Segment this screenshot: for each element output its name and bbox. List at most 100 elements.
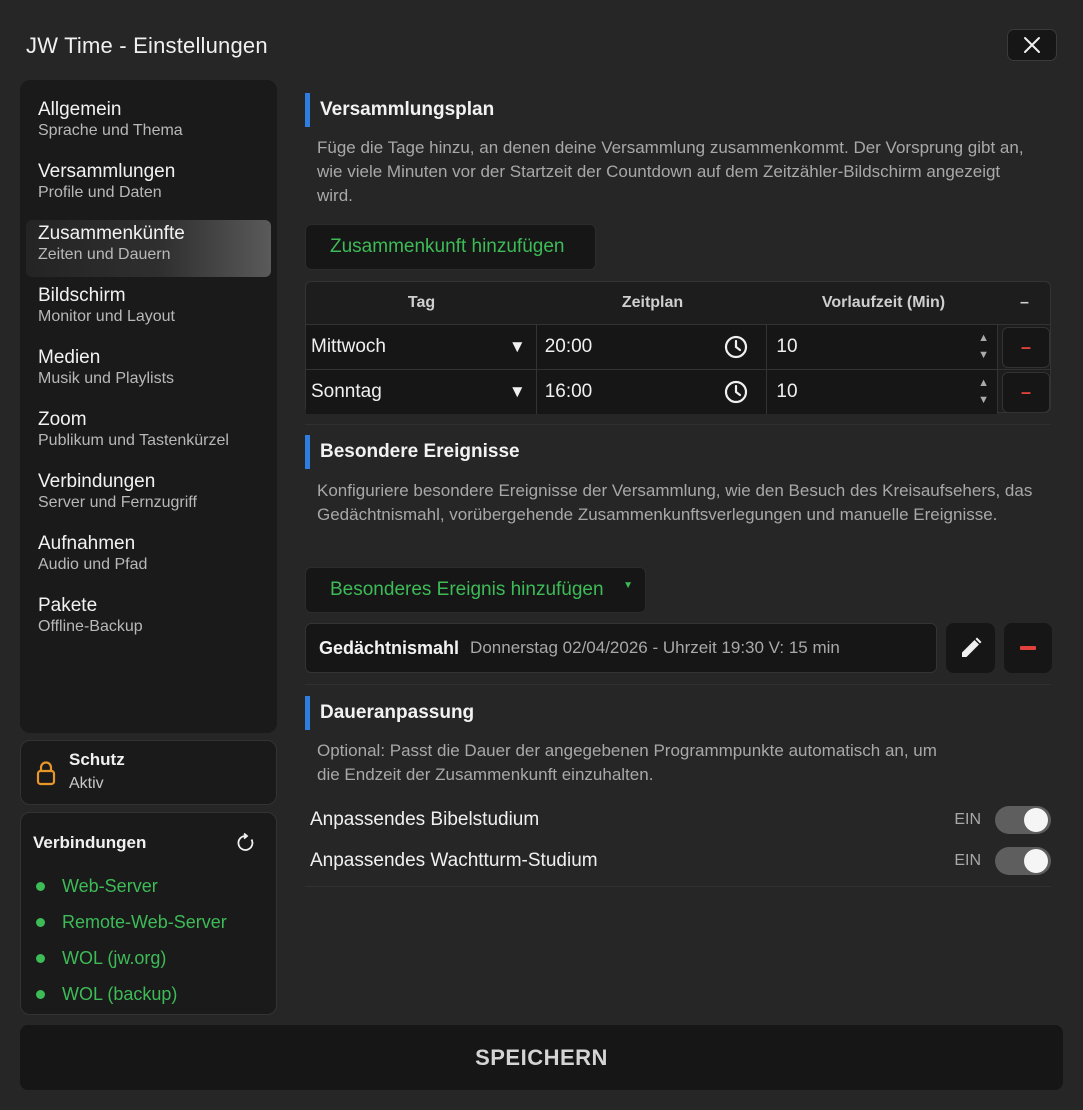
add-meeting-button[interactable]: Zusammenkunft hinzufügen <box>305 224 596 270</box>
sidebar-item-subtitle: Profile und Daten <box>38 184 162 201</box>
toggle-row: Anpassendes Bibelstudium EIN <box>305 800 1051 840</box>
protection-title: Schutz <box>69 749 125 769</box>
day-select[interactable]: Sonntag ▼ <box>306 370 537 414</box>
clock-icon[interactable] <box>724 380 748 404</box>
connection-item[interactable]: Web-Server <box>33 868 264 904</box>
connection-label: WOL (backup) <box>62 983 178 1004</box>
connection-item[interactable]: WOL (backup) <box>33 976 264 1012</box>
column-header-time: Zeitplan <box>621 294 684 311</box>
sidebar-item-subtitle: Server und Fernzugriff <box>38 494 197 511</box>
sidebar-item-aufnahmen[interactable]: Aufnahmen Audio und Pfad <box>26 530 271 587</box>
stepper-arrows-icon[interactable]: ▲ ▼ <box>978 330 989 364</box>
add-event-label: Besonderes Ereignis hinzufügen <box>330 579 604 600</box>
close-icon <box>1024 37 1040 53</box>
duration-description: Optional: Passt die Dauer der angegebene… <box>317 741 937 784</box>
sidebar-item-versammlungen[interactable]: Versammlungen Profile und Daten <box>26 158 271 215</box>
sidebar-item-subtitle: Audio und Pfad <box>38 556 148 573</box>
status-dot <box>36 881 45 891</box>
section-divider <box>305 424 1051 425</box>
day-select[interactable]: Mittwoch ▼ <box>306 325 537 369</box>
status-dot <box>36 953 45 963</box>
lock-icon <box>36 760 56 785</box>
sidebar-item-title: Versammlungen <box>38 161 176 182</box>
sidebar-item-subtitle: Monitor und Layout <box>38 308 175 325</box>
sidebar-item-subtitle: Musik und Playlists <box>38 370 175 387</box>
toggle-label: Anpassendes Bibelstudium <box>310 809 540 830</box>
sidebar-item-title: Medien <box>38 347 101 368</box>
delete-row-button[interactable]: – <box>1002 372 1050 413</box>
time-value: 20:00 <box>544 336 593 357</box>
status-dot <box>36 989 45 999</box>
dropdown-arrow-icon: ▼ <box>508 337 526 356</box>
duration-section-title: Daueranpassung <box>305 696 1045 730</box>
add-event-button[interactable]: Besonderes Ereignis hinzufügen ▼ <box>305 567 646 613</box>
sidebar-item-subtitle: Zeiten und Dauern <box>38 246 171 263</box>
connections-panel: Verbindungen Web-Server Remote-Web-Serve… <box>20 812 277 1015</box>
sidebar-item-title: Pakete <box>38 595 98 616</box>
column-header-day: Tag <box>407 294 436 311</box>
section-divider <box>305 886 1051 887</box>
lead-time-value: 10 <box>776 336 798 357</box>
connection-label: Remote-Web-Server <box>62 911 227 932</box>
schedule-description: Füge die Tage hinzu, an denen deine Vers… <box>317 138 1024 205</box>
sidebar-item-title: Zoom <box>38 409 87 430</box>
event-details: Donnerstag 02/04/2026 - Uhrzeit 19:30 V:… <box>470 638 840 657</box>
protection-status: Aktiv <box>69 774 104 792</box>
connection-item[interactable]: Remote-Web-Server <box>33 904 264 940</box>
minus-icon: – <box>1021 382 1032 402</box>
watchtower-study-toggle[interactable] <box>995 847 1051 875</box>
column-header-delete: – <box>1020 294 1029 311</box>
sidebar-item-subtitle: Publikum und Tastenkürzel <box>38 432 229 449</box>
sidebar-item-zoom[interactable]: Zoom Publikum und Tastenkürzel <box>26 406 271 463</box>
sidebar-item-verbindungen[interactable]: Verbindungen Server und Fernzugriff <box>26 468 271 525</box>
toggle-state: EIN <box>954 852 981 869</box>
sidebar-item-pakete[interactable]: Pakete Offline-Backup <box>26 592 271 649</box>
minus-icon: – <box>1021 337 1032 357</box>
clock-icon[interactable] <box>724 335 748 359</box>
window-title: JW Time - Einstellungen <box>26 33 268 58</box>
time-input[interactable]: 16:00 <box>536 370 768 414</box>
events-description: Konfiguriere besondere Ereignisse der Ve… <box>317 481 1033 524</box>
status-dot <box>36 917 45 927</box>
sidebar-item-allgemein[interactable]: Allgemein Sprache und Thema <box>26 96 271 153</box>
lead-time-input[interactable]: 10 ▲ ▼ <box>767 370 999 414</box>
edit-event-button[interactable] <box>946 623 995 673</box>
toggle-label: Anpassendes Wachtturm-Studium <box>310 850 598 871</box>
stepper-arrows-icon[interactable]: ▲ ▼ <box>978 375 989 409</box>
connection-label: Web-Server <box>62 875 158 896</box>
save-button[interactable]: SPEICHERN <box>20 1025 1063 1090</box>
day-value: Sonntag <box>311 381 382 402</box>
sidebar-item-zusammenkuenfte[interactable]: Zusammenkünfte Zeiten und Dauern <box>26 220 271 277</box>
sidebar-item-medien[interactable]: Medien Musik und Playlists <box>26 344 271 401</box>
dropdown-arrow-icon: ▼ <box>623 580 633 591</box>
toggle-knob <box>1024 808 1048 832</box>
sidebar-item-subtitle: Offline-Backup <box>38 618 143 635</box>
table-row: Sonntag ▼ 16:00 10 ▲ ▼ – <box>306 369 1050 414</box>
schedule-table: Tag Zeitplan Vorlaufzeit (Min) – Mittwoc… <box>305 281 1051 414</box>
lead-time-input[interactable]: 10 ▲ ▼ <box>767 325 999 369</box>
sidebar-nav: Allgemein Sprache und Thema Versammlunge… <box>20 80 277 733</box>
close-button[interactable] <box>1007 29 1057 61</box>
toggle-row: Anpassendes Wachtturm-Studium EIN <box>305 841 1051 881</box>
time-input[interactable]: 20:00 <box>536 325 768 369</box>
sidebar-item-subtitle: Sprache und Thema <box>38 122 183 139</box>
toggle-state: EIN <box>954 811 981 828</box>
table-row: Mittwoch ▼ 20:00 10 ▲ ▼ – <box>306 324 1050 369</box>
sidebar-item-title: Zusammenkünfte <box>38 223 185 244</box>
sidebar-item-bildschirm[interactable]: Bildschirm Monitor und Layout <box>26 282 271 339</box>
events-section-title: Besondere Ereignisse <box>305 435 1045 469</box>
connections-title: Verbindungen <box>33 833 147 852</box>
toggle-knob <box>1024 849 1048 873</box>
time-value: 16:00 <box>544 381 593 402</box>
delete-event-button[interactable] <box>1004 623 1052 673</box>
delete-row-button[interactable]: – <box>1002 327 1050 368</box>
column-header-lead: Vorlaufzeit (Min) <box>821 294 946 311</box>
table-header: Tag Zeitplan Vorlaufzeit (Min) – <box>306 282 1050 324</box>
sidebar-item-title: Verbindungen <box>38 471 156 492</box>
event-item: Gedächtnismahl Donnerstag 02/04/2026 - U… <box>305 623 937 673</box>
lead-time-value: 10 <box>776 381 798 402</box>
refresh-icon[interactable] <box>236 833 256 853</box>
protection-panel[interactable]: Schutz Aktiv <box>20 740 277 805</box>
bible-study-toggle[interactable] <box>995 806 1051 834</box>
connection-item[interactable]: WOL (jw.org) <box>33 940 264 976</box>
